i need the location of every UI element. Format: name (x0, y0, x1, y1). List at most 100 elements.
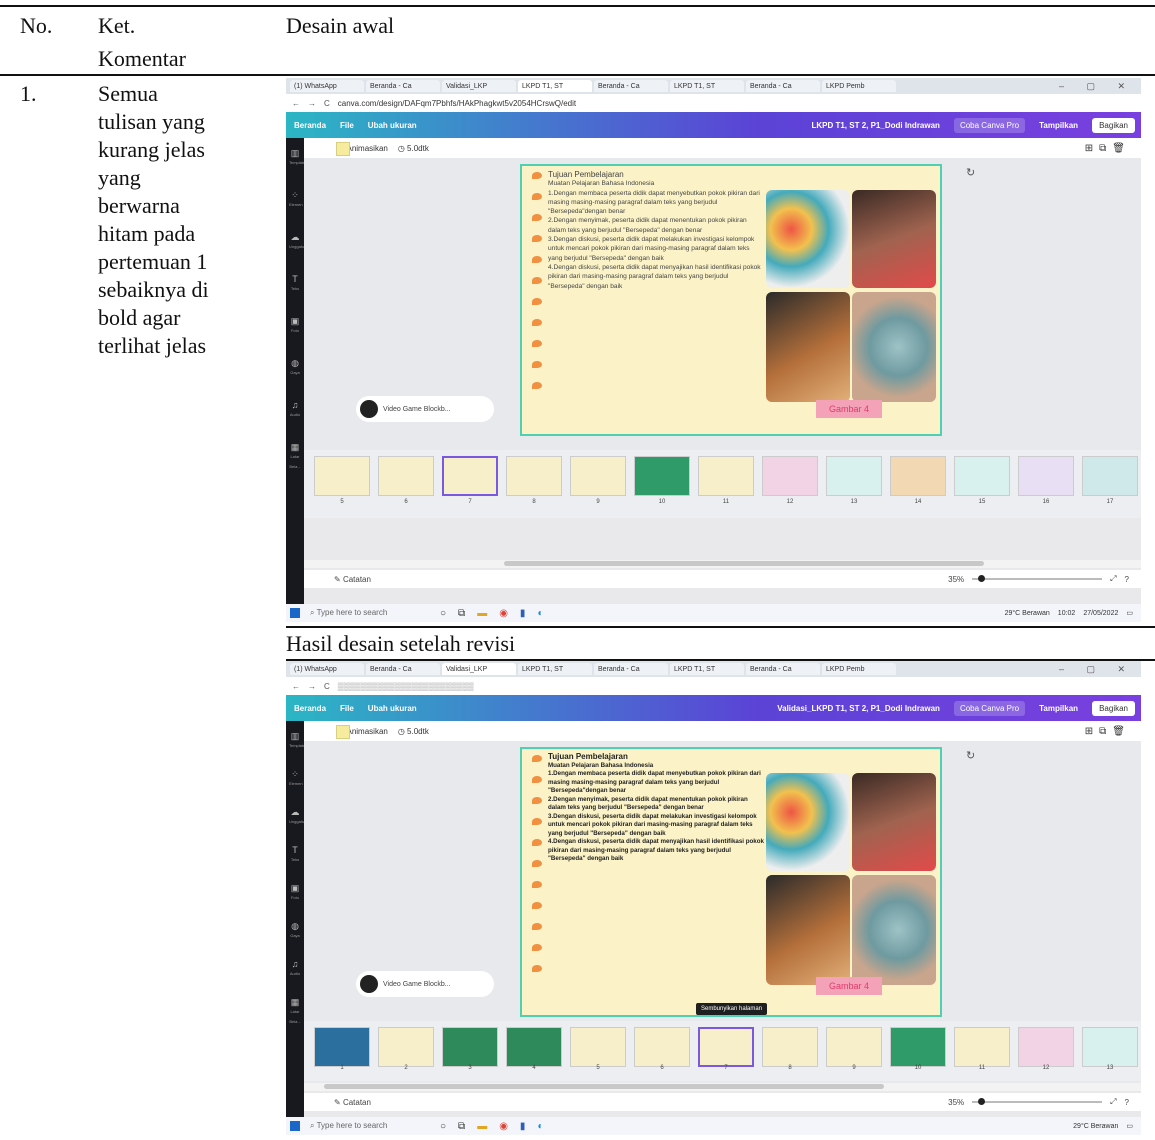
back-icon[interactable]: ← (292, 682, 300, 691)
taskbar-search[interactable]: ⌕ Type here to search (310, 1121, 430, 1131)
page-thumbnail-selected[interactable] (698, 1027, 754, 1067)
styles-icon[interactable]: ◍ Gaya (289, 921, 301, 943)
zoom-knob[interactable] (978, 1098, 986, 1105)
browser-tab[interactable]: LKPD T1, ST (518, 663, 592, 675)
browser-tab[interactable]: (1) WhatsApp (290, 80, 364, 92)
home-button[interactable]: Beranda (294, 121, 326, 130)
document-title[interactable]: Validasi_LKPD T1, ST 2, P1_Dodi Indrawan (777, 704, 940, 713)
share-button[interactable]: Bagikan (1092, 117, 1135, 133)
file-button[interactable]: File (340, 121, 354, 130)
page-thumbnail[interactable] (1018, 1027, 1074, 1067)
word-icon[interactable]: ▮ (520, 1121, 526, 1132)
photos-icon[interactable]: ▣ Foto (289, 883, 301, 905)
url-text[interactable]: ▒▒▒▒▒▒▒▒▒▒▒▒▒▒▒▒▒▒▒▒▒▒▒▒ (338, 682, 474, 691)
help-icon[interactable]: ? (1125, 575, 1129, 584)
text-icon[interactable]: T Teks (289, 845, 301, 867)
cortana-icon[interactable]: ○ (440, 1121, 446, 1132)
page-thumbnail[interactable] (1082, 456, 1138, 496)
fullscreen-icon[interactable]: ⤢ (1110, 574, 1116, 584)
color-swatch[interactable] (336, 725, 350, 739)
edge-icon[interactable]: ◐ (537, 1121, 543, 1132)
elements-icon[interactable]: ⁘ Elemen (289, 190, 303, 212)
resize-button[interactable]: Ubah ukuran (368, 704, 417, 713)
start-icon[interactable] (290, 1121, 300, 1131)
present-button[interactable]: Tampilkan (1039, 121, 1078, 130)
page-thumbnail[interactable] (890, 456, 946, 496)
page-actions-icon[interactable]: ⊞⧉🗑 (1085, 143, 1141, 154)
browser-tab[interactable]: Validasi_LKP (442, 80, 516, 92)
page-thumbnail[interactable] (314, 1027, 370, 1067)
browser-tab[interactable]: Beranda - Ca (366, 663, 440, 675)
browser-tab[interactable]: Beranda - Ca (594, 663, 668, 675)
fullscreen-icon[interactable]: ⤢ (1110, 1097, 1116, 1107)
thumbnail-scrollbar[interactable] (304, 1083, 1141, 1091)
mug-photo[interactable] (852, 292, 936, 402)
text-icon[interactable]: T Teks (289, 274, 301, 296)
page-thumbnail[interactable] (698, 456, 754, 496)
explorer-icon[interactable]: ▬ (477, 608, 487, 619)
browser-tab[interactable]: LKPD T1, ST (670, 80, 744, 92)
browser-tab[interactable]: (1) WhatsApp (290, 663, 364, 675)
page-thumbnail[interactable] (378, 456, 434, 496)
url-text[interactable]: canva.com/design/DAFqm7Pbhfs/HAkPhagkwt5… (338, 99, 576, 108)
page-thumbnail[interactable] (506, 1027, 562, 1067)
guitar-photo[interactable] (766, 875, 850, 985)
slide[interactable]: Tujuan Pembelajaran Muatan Pelajaran Bah… (520, 164, 942, 436)
audio-track[interactable]: Video Game Blockb... (356, 396, 494, 422)
taskview-icon[interactable]: ⧉ (458, 608, 465, 619)
audio-track[interactable]: Video Game Blockb... (356, 971, 494, 997)
resize-button[interactable]: Ubah ukuran (368, 121, 417, 130)
try-pro-button[interactable]: Coba Canva Pro (953, 700, 1026, 716)
page-thumbnail[interactable] (954, 456, 1010, 496)
duration-button[interactable]: ◷ 5.0dtk (398, 727, 429, 736)
browser-tab[interactable]: Beranda - Ca (366, 80, 440, 92)
page-thumbnail[interactable] (570, 1027, 626, 1067)
clock-date[interactable]: 27/05/2022 (1083, 610, 1118, 617)
page-thumbnail[interactable] (954, 1027, 1010, 1067)
guitar-photo[interactable] (766, 292, 850, 402)
taskbar-search[interactable]: ⌕ Type here to search (310, 608, 430, 618)
page-thumbnail[interactable] (634, 1027, 690, 1067)
try-pro-button[interactable]: Coba Canva Pro (953, 117, 1026, 133)
audio-icon[interactable]: ♫ Audio (289, 400, 301, 422)
reload-icon[interactable]: C (324, 682, 330, 691)
template-icon[interactable]: ▥ Template (289, 731, 305, 753)
document-title[interactable]: LKPD T1, ST 2, P1_Dodi Indrawan (811, 121, 939, 130)
page-thumbnail[interactable] (1018, 456, 1074, 496)
page-thumbnail[interactable] (378, 1027, 434, 1067)
gambar-label[interactable]: Gambar 4 (816, 977, 882, 995)
duration-button[interactable]: ◷ 5.0dtk (398, 144, 429, 153)
start-icon[interactable] (290, 608, 300, 618)
browser-tab-active[interactable]: LKPD T1, ST (518, 80, 592, 92)
browser-tab[interactable]: Beranda - Ca (746, 663, 820, 675)
zoom-level[interactable]: 35% (948, 575, 964, 584)
refresh-icon[interactable]: ↻ (966, 166, 975, 179)
color-swatch[interactable] (336, 142, 350, 156)
zoom-slider[interactable] (972, 1098, 1103, 1105)
page-thumbnail[interactable] (826, 456, 882, 496)
browser-tab-active[interactable]: Validasi_LKP (442, 663, 516, 675)
cortana-icon[interactable]: ○ (440, 608, 446, 619)
browser-tab[interactable]: Beranda - Ca (594, 80, 668, 92)
background-icon[interactable]: ▦ Latar Bela... (289, 442, 301, 469)
objectives-textbox-bold[interactable]: Tujuan Pembelajaran Muatan Pelajaran Bah… (528, 752, 764, 1007)
paint-palette-photo[interactable] (766, 190, 850, 288)
template-icon[interactable]: ▥ Template (289, 148, 305, 170)
woman-photo[interactable] (852, 773, 936, 871)
forward-icon[interactable]: → (308, 99, 316, 108)
window-controls-icon[interactable]: – ▢ ✕ (1059, 81, 1141, 92)
woman-photo[interactable] (852, 190, 936, 288)
forward-icon[interactable]: → (308, 682, 316, 691)
address-bar[interactable]: ← → C ▒▒▒▒▒▒▒▒▒▒▒▒▒▒▒▒▒▒▒▒▒▒▒▒ (286, 677, 1141, 695)
thumbnail-scrollbar[interactable] (304, 560, 1141, 568)
refresh-icon[interactable]: ↻ (966, 749, 975, 762)
file-button[interactable]: File (340, 704, 354, 713)
page-thumbnail[interactable] (442, 1027, 498, 1067)
back-icon[interactable]: ← (292, 99, 300, 108)
weather-text[interactable]: 29°C Berawan (1073, 1123, 1118, 1130)
zoom-level[interactable]: 35% (948, 1098, 964, 1107)
weather-text[interactable]: 29°C Berawan (1005, 610, 1050, 617)
window-controls-icon[interactable]: – ▢ ✕ (1059, 664, 1141, 675)
uploads-icon[interactable]: ☁ Unggahan (289, 232, 307, 254)
audio-icon[interactable]: ♫ Audio (289, 959, 301, 981)
